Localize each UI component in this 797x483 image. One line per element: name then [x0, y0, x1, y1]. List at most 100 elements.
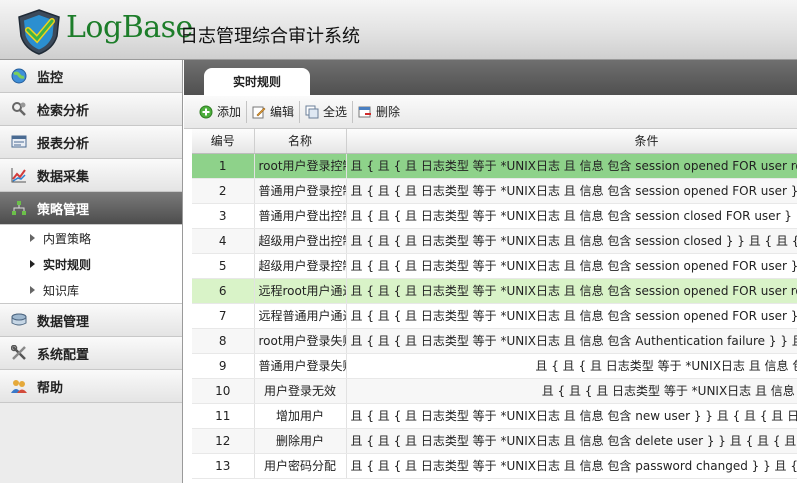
cell-name: 删除用户 — [254, 428, 347, 454]
cell-cond: 且 { 且 { 且 日志类型 等于 *UNIX日志 且 信息 包含 FAILED… — [346, 353, 797, 379]
select-all-label: 全选 — [323, 105, 348, 119]
edit-icon — [252, 106, 266, 118]
sidebar-item-label: 帮助 — [37, 380, 64, 396]
submenu-label: 知识库 — [43, 283, 80, 298]
edit-label: 编辑 — [270, 105, 295, 119]
app-subtitle: 日志管理综合审计系统 — [180, 26, 360, 47]
tools-icon — [10, 344, 28, 362]
tab-realtime-rules[interactable]: 实时规则 — [204, 68, 310, 96]
tab-bar: 实时规则 — [184, 60, 797, 96]
cell-cond: 且 { 且 { 且 日志类型 等于 *UNIX日志 且 信息 包含 sessio… — [346, 178, 797, 204]
column-header-num[interactable]: 编号 — [192, 129, 255, 154]
cell-name: 超级用户登录控制 — [254, 253, 347, 279]
cell-name: 远程普通用户通过 — [254, 303, 347, 329]
cell-cond: 且 { 且 { 且 日志类型 等于 *UNIX日志 且 信息 包含 sessio… — [346, 228, 797, 254]
cell-num: 10 — [192, 378, 255, 404]
cell-cond: 且 { 且 { 且 日志类型 等于 *UNIX日志 且 信息 包含 sessio… — [346, 153, 797, 179]
cell-name: 远程root用户通过 — [254, 278, 347, 304]
cell-cond: 且 { 且 { 且 日志类型 等于 *UNIX日志 且 信息 包含 delete… — [346, 428, 797, 454]
sidebar-item-monitor[interactable]: 监控 — [0, 60, 182, 93]
table-row[interactable]: 5 超级用户登录控制且 { 且 { 且 日志类型 等于 *UNIX日志 且 信息 … — [192, 253, 797, 279]
triangle-right-icon — [30, 286, 35, 294]
submenu-label: 内置策略 — [43, 231, 92, 246]
table-row[interactable]: 8 root用户登录失败且 { 且 { 且 日志类型 等于 *UNIX日志 且 信… — [192, 328, 797, 354]
cell-name: 普通用户登出控制 — [254, 203, 347, 229]
shield-logo-icon — [18, 9, 60, 55]
sidebar-item-label: 策略管理 — [37, 202, 90, 218]
sidebar-item-data-collection[interactable]: 数据采集 — [0, 159, 182, 192]
cell-name: 用户登录无效 — [254, 378, 347, 404]
edit-button[interactable]: 编辑 — [247, 100, 301, 123]
app-header: LogBase 日志管理综合审计系统 — [0, 0, 797, 60]
submenu-realtime-rules[interactable]: 实时规则 — [0, 251, 182, 277]
globe-icon — [10, 67, 28, 85]
submenu-builtin-policy[interactable]: 内置策略 — [0, 225, 182, 251]
cell-num: 3 — [192, 203, 255, 229]
add-icon — [199, 105, 213, 118]
chart-line-icon — [10, 166, 28, 184]
triangle-right-icon — [30, 234, 35, 242]
table-row[interactable]: 2 普通用户登录控制且 { 且 { 且 日志类型 等于 *UNIX日志 且 信息 … — [192, 178, 797, 204]
table-row[interactable]: 3 普通用户登出控制且 { 且 { 且 日志类型 等于 *UNIX日志 且 信息 … — [192, 203, 797, 229]
toolbar: 添加 编辑 全选 删除 — [184, 95, 797, 129]
sidebar-item-search-analysis[interactable]: 检索分析 — [0, 93, 182, 126]
cell-num: 12 — [192, 428, 255, 454]
storage-icon — [10, 311, 28, 329]
cell-cond: 且 { 且 { 且 日志类型 等于 *UNIX日志 且 信息 包含 new us… — [346, 403, 797, 429]
table-header-row: 编号 名称 条件 — [192, 129, 797, 154]
table-row[interactable]: 9 普通用户登录失败且 { 且 { 且 日志类型 等于 *UNIX日志 且 信息 … — [192, 353, 797, 379]
sidebar-item-label: 检索分析 — [37, 103, 90, 119]
cell-name: 增加用户 — [254, 403, 347, 429]
delete-label: 删除 — [376, 105, 401, 119]
select-all-button[interactable]: 全选 — [300, 100, 354, 123]
network-icon — [10, 199, 28, 217]
column-header-name[interactable]: 名称 — [254, 129, 347, 154]
sidebar-item-label: 系统配置 — [37, 347, 90, 363]
table-row[interactable]: 11 增加用户且 { 且 { 且 日志类型 等于 *UNIX日志 且 信息 包含 … — [192, 403, 797, 429]
cell-cond: 且 { 且 { 且 日志类型 等于 *UNIX日志 且 信息 包含 Invali… — [346, 378, 797, 404]
rules-grid: 编号 名称 条件 1 root用户登录控制且 { 且 { 且 日志类型 等于 *U… — [192, 129, 797, 483]
rules-table: 编号 名称 条件 1 root用户登录控制且 { 且 { 且 日志类型 等于 *U… — [192, 129, 797, 479]
add-label: 添加 — [217, 105, 242, 119]
table-row[interactable]: 12 删除用户且 { 且 { 且 日志类型 等于 *UNIX日志 且 信息 包含 … — [192, 428, 797, 454]
cell-name: 超级用户登出控制 — [254, 228, 347, 254]
cell-name: root用户登录控制 — [254, 153, 347, 179]
sidebar-item-label: 报表分析 — [37, 136, 90, 152]
table-row[interactable]: 13 用户密码分配且 { 且 { 且 日志类型 等于 *UNIX日志 且 信息 包… — [192, 453, 797, 479]
sidebar-item-label: 监控 — [37, 70, 64, 86]
table-row[interactable]: 4 超级用户登出控制且 { 且 { 且 日志类型 等于 *UNIX日志 且 信息 … — [192, 228, 797, 254]
cell-num: 4 — [192, 228, 255, 254]
delete-icon — [358, 106, 372, 117]
sidebar-item-label: 数据采集 — [37, 169, 90, 185]
column-header-cond[interactable]: 条件 — [346, 129, 797, 154]
cell-num: 9 — [192, 353, 255, 379]
cell-num: 7 — [192, 303, 255, 329]
main-panel: 实时规则 添加 编辑 全选 删除 编号 名称 条件 1 root用户登录控制 且… — [184, 60, 797, 483]
table-row[interactable]: 1 root用户登录控制且 { 且 { 且 日志类型 等于 *UNIX日志 且 信… — [192, 153, 797, 179]
report-icon — [10, 133, 28, 151]
submenu-knowledge-base[interactable]: 知识库 — [0, 277, 182, 303]
add-button[interactable]: 添加 — [194, 100, 248, 123]
cell-num: 1 — [192, 153, 255, 179]
table-row[interactable]: 7 远程普通用户通过且 { 且 { 且 日志类型 等于 *UNIX日志 且 信息 … — [192, 303, 797, 329]
sidebar-item-data-management[interactable]: 数据管理 — [0, 304, 182, 337]
logo-text: LogBase — [66, 10, 193, 45]
select-all-icon — [305, 105, 319, 118]
cell-name: 普通用户登录控制 — [254, 178, 347, 204]
cell-num: 2 — [192, 178, 255, 204]
help-users-icon — [10, 377, 28, 395]
delete-button[interactable]: 删除 — [353, 101, 405, 123]
table-row[interactable]: 10用户登录无效且 { 且 { 且 日志类型 等于 *UNIX日志 且 信息 包… — [192, 378, 797, 404]
sidebar-item-system-config[interactable]: 系统配置 — [0, 337, 182, 370]
sidebar-item-report-analysis[interactable]: 报表分析 — [0, 126, 182, 159]
cell-num: 8 — [192, 328, 255, 354]
cell-cond: 且 { 且 { 且 日志类型 等于 *UNIX日志 且 信息 包含 sessio… — [346, 303, 797, 329]
cell-cond: 且 { 且 { 且 日志类型 等于 *UNIX日志 且 信息 包含 passwo… — [346, 453, 797, 479]
cell-name: root用户登录失败 — [254, 328, 347, 354]
submenu-label: 实时规则 — [43, 257, 92, 272]
table-row[interactable]: 6 远程root用户通过且 { 且 { 且 日志类型 等于 *UNIX日志 且 信… — [192, 278, 797, 304]
cell-name: 普通用户登录失败 — [254, 353, 347, 379]
sidebar-item-help[interactable]: 帮助 — [0, 370, 182, 403]
sidebar-item-policy-management[interactable]: 策略管理 — [0, 192, 182, 225]
cell-cond: 且 { 且 { 且 日志类型 等于 *UNIX日志 且 信息 包含 sessio… — [346, 253, 797, 279]
